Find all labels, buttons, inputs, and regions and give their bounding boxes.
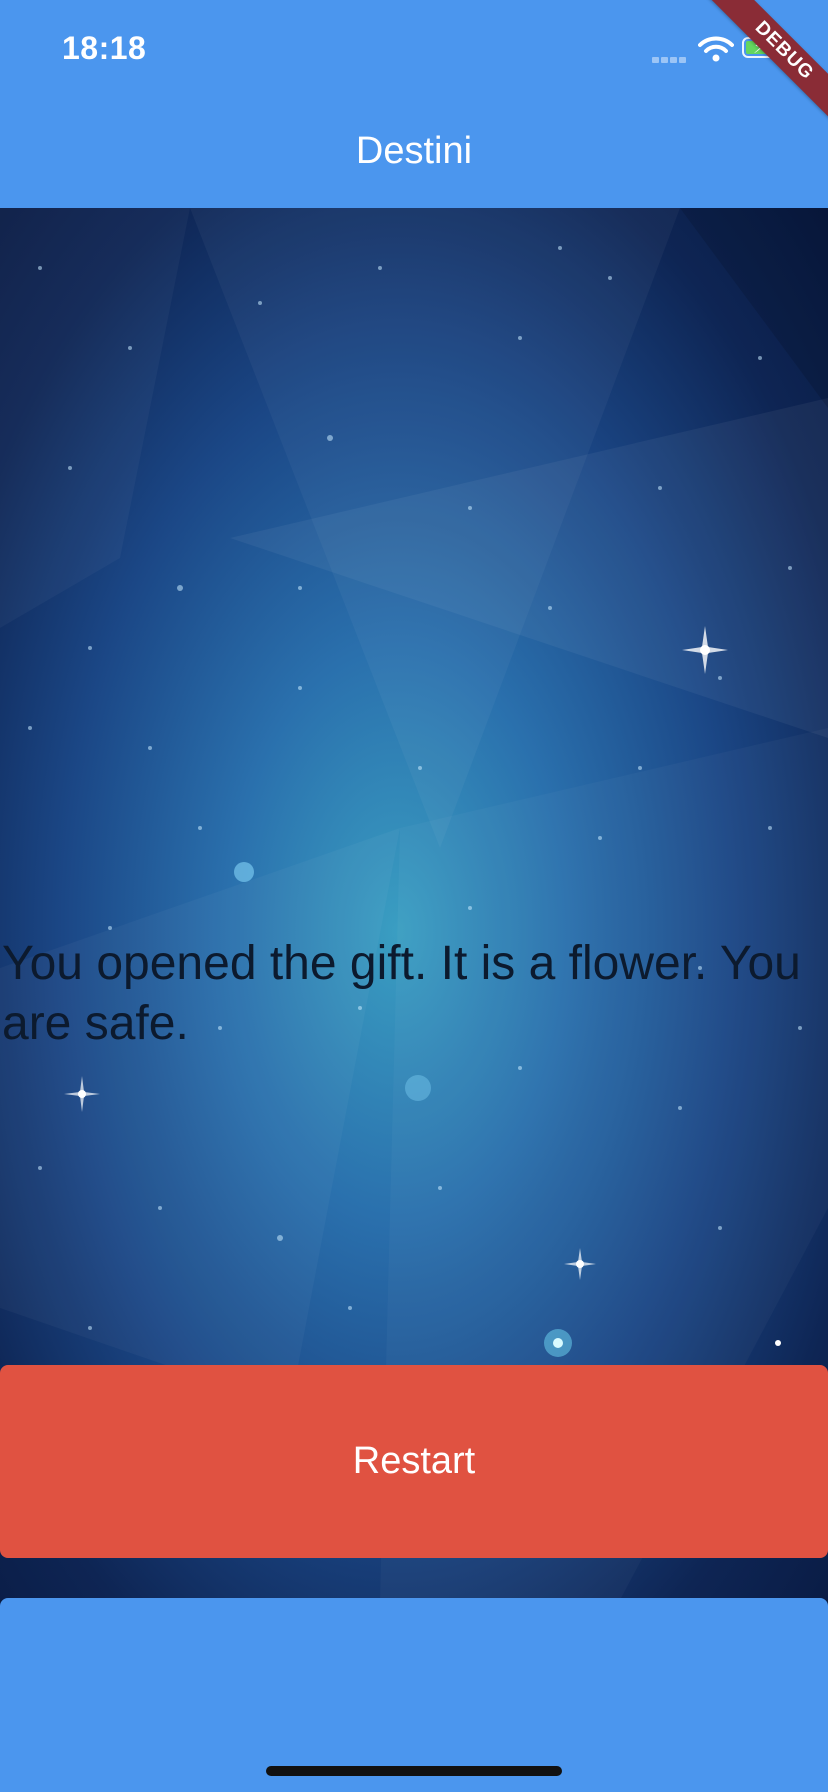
story-text: You opened the gift. It is a flower. You…: [2, 937, 801, 1050]
home-indicator[interactable]: [266, 1766, 562, 1776]
debug-banner: DEBUG: [688, 0, 828, 140]
debug-banner-label: DEBUG: [702, 0, 828, 133]
restart-button[interactable]: Restart: [0, 1365, 828, 1558]
status-time: 18:18: [62, 30, 147, 66]
signal-icon: [652, 50, 688, 68]
bottom-panel: [0, 1598, 828, 1792]
